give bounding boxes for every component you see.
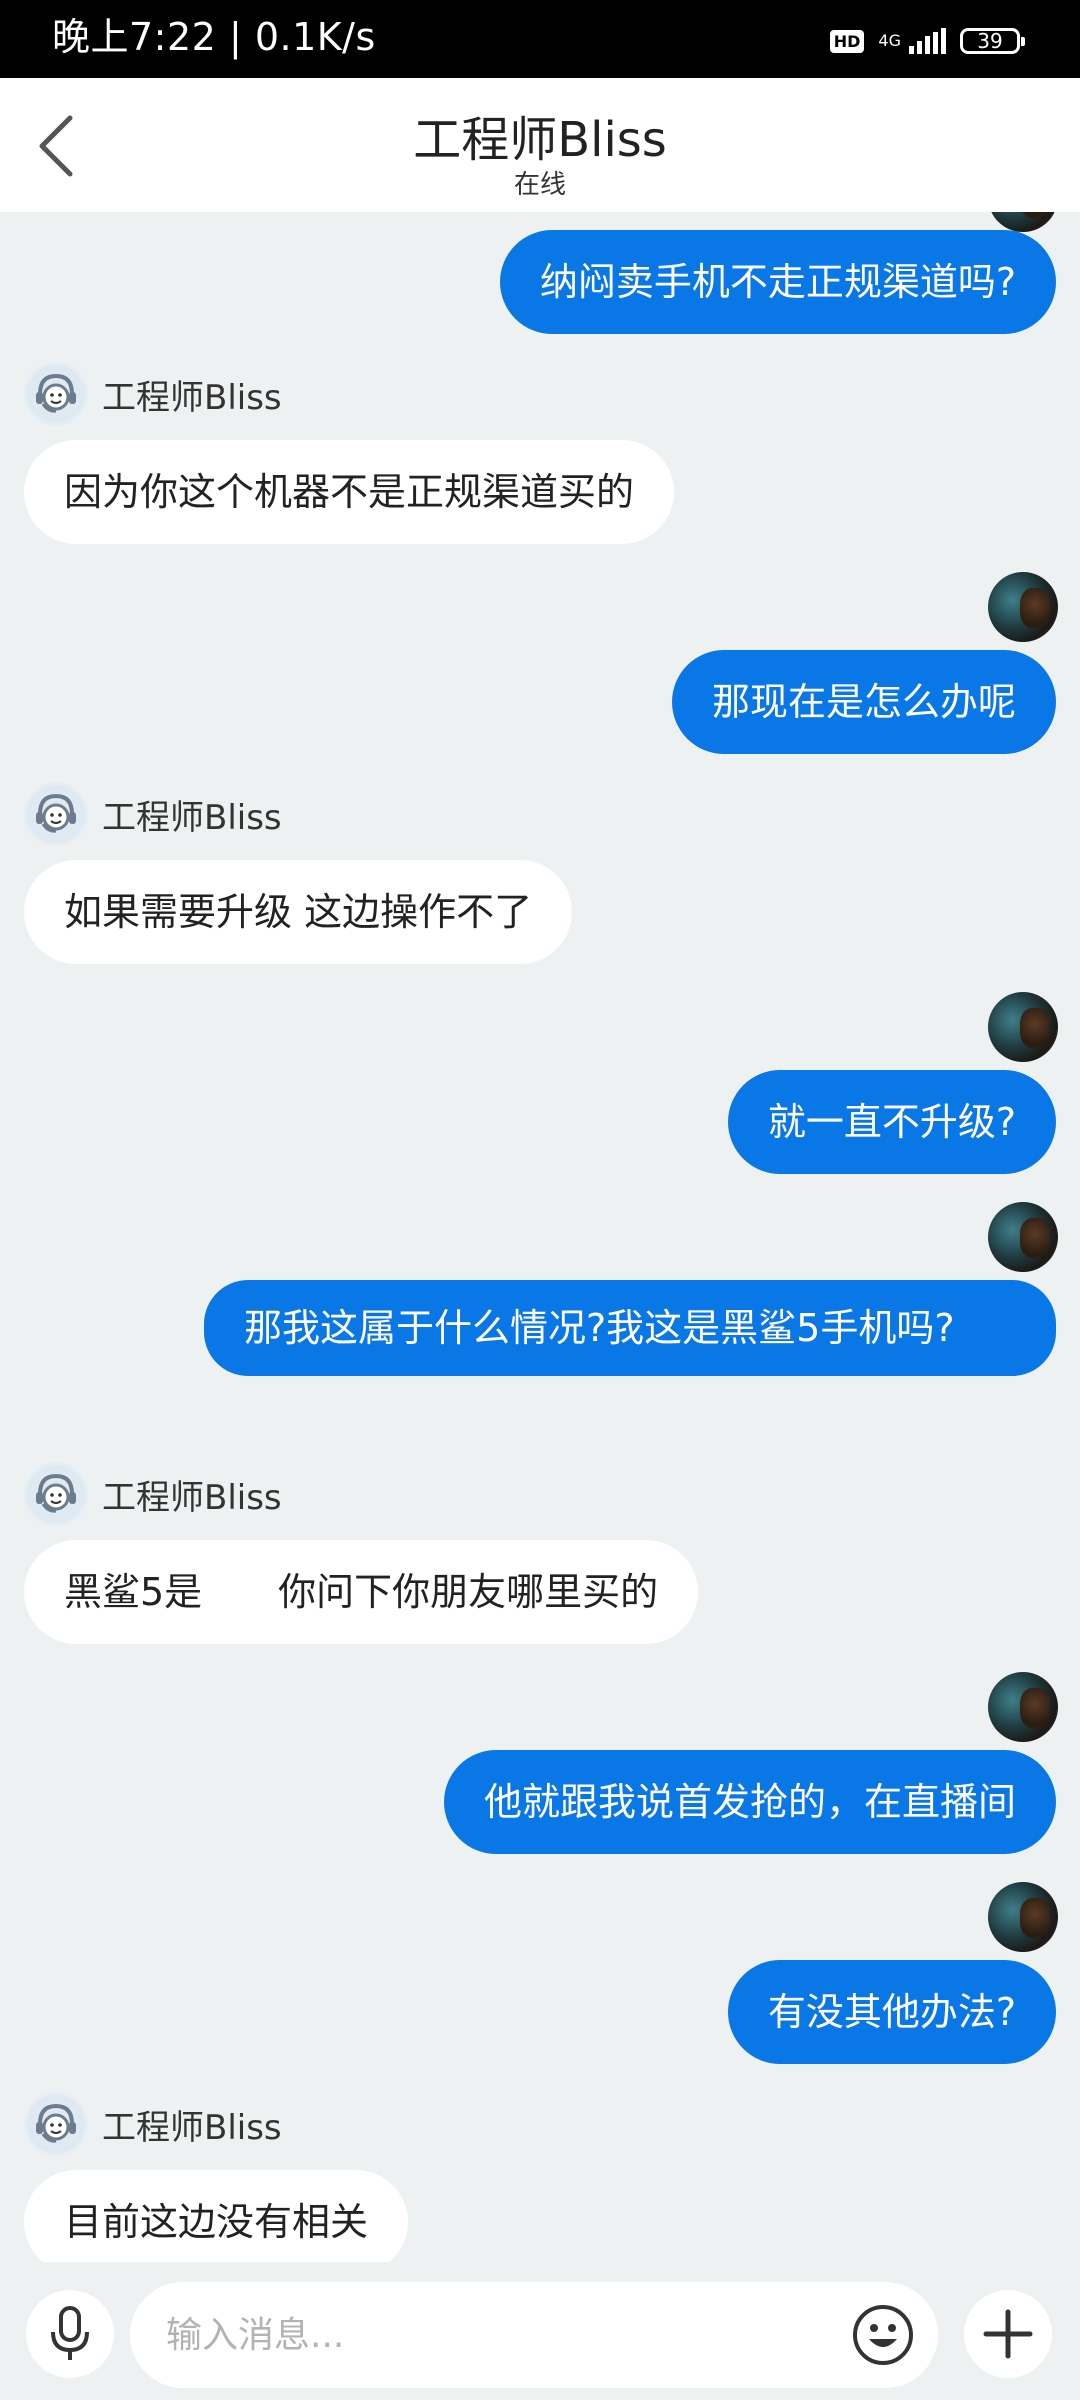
signal-icon bbox=[909, 28, 946, 54]
message-bubble-outgoing[interactable]: 那现在是怎么办呢 bbox=[671, 650, 1056, 754]
agent-header: 工程师Bliss bbox=[24, 2092, 282, 2156]
agent-header: 工程师Bliss bbox=[24, 362, 282, 426]
user-avatar bbox=[988, 212, 1058, 232]
user-avatar bbox=[988, 992, 1058, 1062]
agent-avatar bbox=[24, 782, 88, 846]
message-bubble-incoming[interactable]: 黑鲨5是 你问下你朋友哪里买的 bbox=[24, 1540, 699, 1644]
chat-area[interactable]: 纳闷卖手机不走正规渠道吗? 工程师Bliss 因为你这个机器不是正规渠道买的 那… bbox=[0, 212, 1080, 2262]
message-bubble-outgoing[interactable]: 那我这属于什么情况?我这是黑鲨5手机吗? bbox=[204, 1280, 1056, 1376]
more-button[interactable] bbox=[964, 2290, 1052, 2378]
agent-name: 工程师Bliss bbox=[102, 377, 282, 418]
support-agent-icon bbox=[27, 1465, 85, 1523]
chat-header: 工程师Bliss 在线 bbox=[0, 78, 1080, 212]
status-icons: HD 4G 39 bbox=[829, 28, 1025, 54]
battery-icon: 39 bbox=[960, 28, 1025, 54]
user-avatar bbox=[988, 1882, 1058, 1952]
status-divider: | bbox=[228, 15, 255, 59]
smiley-icon bbox=[853, 2305, 913, 2365]
emoji-button[interactable] bbox=[848, 2300, 918, 2370]
user-avatar bbox=[988, 1672, 1058, 1742]
input-bar bbox=[0, 2262, 1080, 2400]
agent-avatar bbox=[24, 1462, 88, 1526]
agent-avatar bbox=[24, 362, 88, 426]
message-input[interactable] bbox=[130, 2282, 938, 2388]
agent-name: 工程师Bliss bbox=[102, 797, 282, 838]
agent-name: 工程师Bliss bbox=[102, 2107, 282, 2148]
message-bubble-incoming[interactable]: 目前这边没有相关 bbox=[24, 2170, 409, 2262]
message-bubble-incoming[interactable]: 因为你这个机器不是正规渠道买的 bbox=[24, 440, 675, 544]
status-net-speed: 0.1K/s bbox=[254, 15, 376, 59]
battery-level: 39 bbox=[977, 29, 1003, 53]
status-time: 晚上7:22 bbox=[52, 15, 217, 59]
support-agent-icon bbox=[27, 365, 85, 423]
user-avatar bbox=[988, 1202, 1058, 1272]
voice-button[interactable] bbox=[26, 2290, 114, 2378]
support-agent-icon bbox=[27, 785, 85, 843]
hd-icon: HD bbox=[829, 29, 865, 53]
user-avatar bbox=[988, 572, 1058, 642]
status-time-speed: 晚上7:22 | 0.1K/s bbox=[52, 18, 376, 56]
agent-header: 工程师Bliss bbox=[24, 782, 282, 846]
agent-avatar bbox=[24, 2092, 88, 2156]
message-bubble-incoming[interactable]: 如果需要升级 这边操作不了 bbox=[24, 860, 573, 964]
agent-name: 工程师Bliss bbox=[102, 1477, 282, 1518]
message-bubble-outgoing[interactable]: 就一直不升级? bbox=[727, 1070, 1056, 1174]
support-agent-icon bbox=[27, 2095, 85, 2153]
chat-status: 在线 bbox=[513, 170, 566, 200]
status-bar: 晚上7:22 | 0.1K/s HD 4G 39 bbox=[0, 0, 1080, 78]
message-bubble-outgoing[interactable]: 纳闷卖手机不走正规渠道吗? bbox=[499, 230, 1056, 334]
microphone-icon bbox=[51, 2306, 89, 2360]
agent-header: 工程师Bliss bbox=[24, 1462, 282, 1526]
plus-icon bbox=[983, 2309, 1033, 2359]
network-type: 4G bbox=[878, 31, 901, 50]
message-bubble-outgoing[interactable]: 他就跟我说首发抢的，在直播间 bbox=[443, 1750, 1056, 1854]
message-bubble-outgoing[interactable]: 有没其他办法? bbox=[727, 1960, 1056, 2064]
chat-title: 工程师Bliss bbox=[413, 112, 667, 168]
